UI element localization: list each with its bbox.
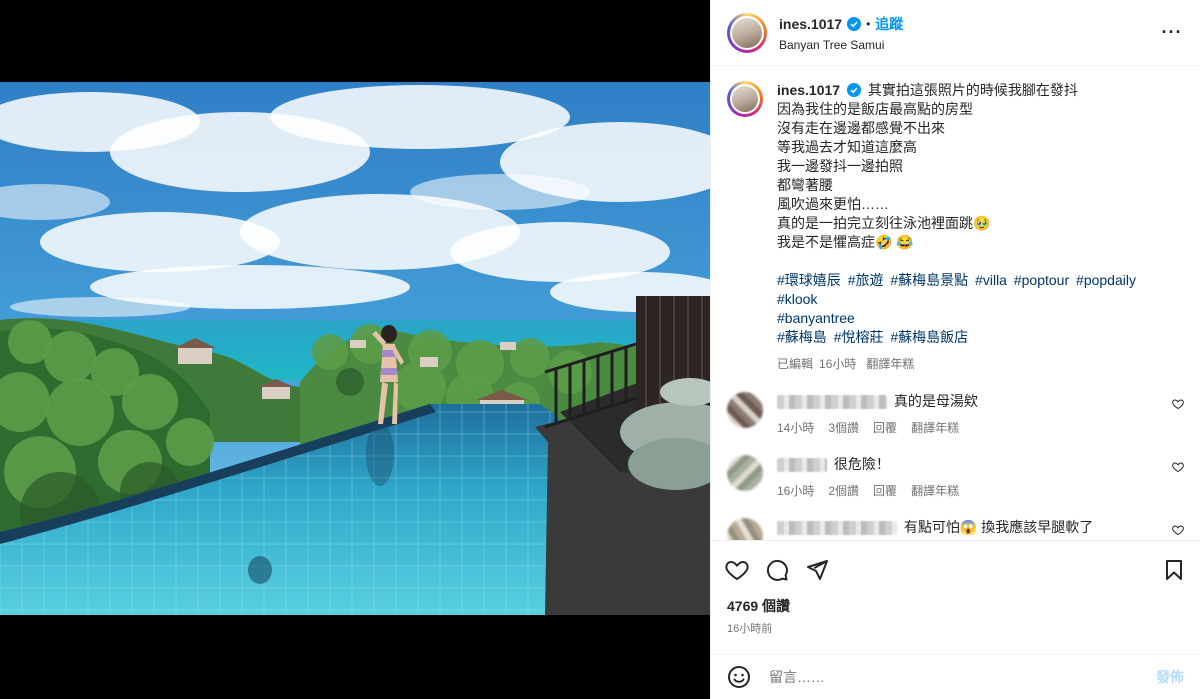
- follow-button[interactable]: 追蹤: [875, 14, 903, 34]
- author-avatar[interactable]: [727, 12, 767, 53]
- hashtag-link[interactable]: #villa: [975, 272, 1007, 288]
- hashtag-link[interactable]: #banyantree: [777, 310, 855, 326]
- caption-line: 我一邊發抖一邊拍照: [777, 158, 903, 174]
- header-text: ines.1017 • 追蹤 Banyan Tree Samui: [779, 14, 1160, 52]
- photo-infinity-pool: [0, 82, 710, 615]
- caption: ines.1017 其實拍這張照片的時候我腳在發抖 因為我住的是飯店最高點的房型…: [727, 81, 1184, 374]
- comment-body: 真的是母湯欸 14小時 3個讚 回覆 翻譯年糕: [777, 392, 1184, 437]
- caption-text: ines.1017 其實拍這張照片的時候我腳在發抖 因為我住的是飯店最高點的房型…: [777, 81, 1184, 252]
- emoji-icon[interactable]: [727, 665, 751, 689]
- hashtag-link[interactable]: #環球嬉辰: [777, 272, 841, 288]
- add-comment-bar: 發佈: [711, 654, 1200, 699]
- more-options-icon[interactable]: ···: [1160, 22, 1184, 43]
- comment-item: 很危險！ 16小時 2個讚 回覆 翻譯年糕: [727, 455, 1184, 500]
- comment-item: 有點可怕😱 換我應該早腿軟了: [727, 518, 1184, 540]
- translate-link[interactable]: 翻譯年糕: [866, 355, 914, 374]
- comment-avatar[interactable]: [727, 518, 763, 540]
- caption-meta: 已編輯 16小時 翻譯年糕: [777, 355, 1184, 374]
- blurred-username[interactable]: [777, 395, 887, 410]
- comment-meta: 14小時 3個讚 回覆 翻譯年糕: [777, 419, 1184, 437]
- comment-line: 真的是母湯欸: [777, 392, 1184, 410]
- hashtag-link[interactable]: #悅榕莊: [834, 329, 884, 345]
- comment-text: 很危險！: [833, 456, 890, 472]
- caption-body: ines.1017 其實拍這張照片的時候我腳在發抖 因為我住的是飯店最高點的房型…: [777, 81, 1184, 374]
- location-link[interactable]: Banyan Tree Samui: [779, 38, 1160, 52]
- post-side-panel: ines.1017 • 追蹤 Banyan Tree Samui ··· ine…: [710, 0, 1200, 699]
- likes-count[interactable]: 4769 個讚: [727, 596, 790, 616]
- verified-badge-icon: [846, 83, 861, 97]
- action-bar: [711, 540, 1200, 598]
- caption-username[interactable]: ines.1017: [777, 82, 840, 98]
- comments-scroll-area[interactable]: ines.1017 其實拍這張照片的時候我腳在發抖 因為我住的是飯店最高點的房型…: [711, 67, 1200, 540]
- comment-input[interactable]: [769, 669, 1156, 685]
- verified-badge-icon: [847, 16, 862, 31]
- hashtag-link[interactable]: #蘇梅島景點: [890, 272, 968, 288]
- like-comment-heart-icon[interactable]: [1172, 461, 1184, 473]
- comment-body: 有點可怕😱 換我應該早腿軟了: [777, 518, 1184, 540]
- comment-line: 有點可怕😱 換我應該早腿軟了: [777, 518, 1184, 536]
- hashtags: #環球嬉辰 #旅遊 #蘇梅島景點 #villa #poptour #popdai…: [777, 271, 1184, 347]
- post-comment-button[interactable]: 發佈: [1156, 667, 1184, 687]
- author-username[interactable]: ines.1017: [779, 16, 842, 32]
- caption-line-text: 其實拍這張照片的時候我腳在發抖: [867, 82, 1078, 98]
- comment-line: 很危險！: [777, 455, 1184, 473]
- comment-time[interactable]: 16小時: [777, 482, 814, 500]
- comment-meta: 16小時 2個讚 回覆 翻譯年糕: [777, 482, 1184, 500]
- comment-likes[interactable]: 2個讚: [828, 482, 859, 500]
- blurred-username[interactable]: [777, 458, 827, 473]
- post-timestamp[interactable]: 16小時前: [727, 620, 772, 636]
- separator-dot: •: [866, 16, 871, 31]
- hashtag-link[interactable]: #旅遊: [848, 272, 884, 288]
- hashtag-link[interactable]: #蘇梅島飯店: [890, 329, 968, 345]
- hashtag-link[interactable]: #蘇梅島: [777, 329, 827, 345]
- caption-line: 我是不是懼高症🤣 😂: [777, 234, 914, 250]
- avatar-image: [730, 15, 764, 50]
- comment-bubble-icon[interactable]: [765, 558, 789, 582]
- hashtag-link[interactable]: #popdaily: [1076, 272, 1136, 288]
- comment-text: 有點可怕😱 換我應該早腿軟了: [903, 519, 1094, 535]
- caption-line: 因為我住的是飯店最高點的房型: [777, 101, 973, 117]
- reply-link[interactable]: 回覆: [873, 482, 897, 500]
- blurred-username[interactable]: [777, 521, 897, 536]
- avatar-image: [730, 84, 760, 114]
- caption-line: 沒有走在邊邊都感覺不出來: [777, 120, 945, 136]
- hashtag-link[interactable]: #klook: [777, 291, 817, 307]
- media-pane: [0, 0, 710, 699]
- comment-text: 真的是母湯欸: [893, 393, 978, 409]
- translate-link[interactable]: 翻譯年糕: [911, 419, 959, 437]
- comment-body: 很危險！ 16小時 2個讚 回覆 翻譯年糕: [777, 455, 1184, 500]
- translate-link[interactable]: 翻譯年糕: [911, 482, 959, 500]
- share-send-icon[interactable]: [805, 558, 829, 582]
- bookmark-icon[interactable]: [1162, 558, 1186, 582]
- post-photo[interactable]: [0, 82, 710, 615]
- caption-line: 都彎著腰: [777, 177, 833, 193]
- caption-line: 等我過去才知道這麼高: [777, 139, 917, 155]
- reply-link[interactable]: 回覆: [873, 419, 897, 437]
- comment-item: 真的是母湯欸 14小時 3個讚 回覆 翻譯年糕: [727, 392, 1184, 437]
- caption-line: 真的是一拍完立刻往泳池裡面跳🥹: [777, 215, 991, 231]
- caption-line: 風吹過來更怕……: [777, 196, 889, 212]
- comment-likes[interactable]: 3個讚: [828, 419, 859, 437]
- comment-avatar[interactable]: [727, 392, 763, 428]
- post-header: ines.1017 • 追蹤 Banyan Tree Samui ···: [711, 0, 1200, 66]
- caption-time[interactable]: 16小時: [819, 355, 856, 374]
- like-heart-icon[interactable]: [725, 558, 749, 582]
- edited-label: 已編輯: [777, 357, 814, 371]
- caption-avatar[interactable]: [727, 81, 763, 117]
- comment-time[interactable]: 14小時: [777, 419, 814, 437]
- header-row: ines.1017 • 追蹤: [779, 14, 1160, 34]
- like-comment-heart-icon[interactable]: [1172, 524, 1184, 536]
- post-modal: ines.1017 • 追蹤 Banyan Tree Samui ··· ine…: [0, 0, 1200, 699]
- hashtag-link[interactable]: #poptour: [1014, 272, 1069, 288]
- like-comment-heart-icon[interactable]: [1172, 398, 1184, 410]
- comment-avatar[interactable]: [727, 455, 763, 491]
- caption-line: ines.1017 其實拍這張照片的時候我腳在發抖: [777, 81, 1184, 100]
